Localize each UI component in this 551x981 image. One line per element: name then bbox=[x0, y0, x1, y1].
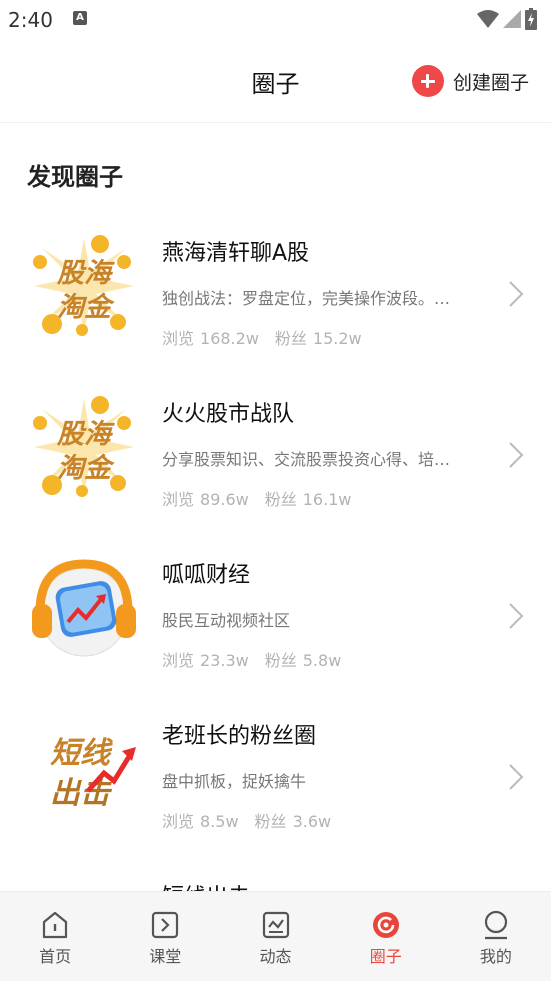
circle-name: 短线出击 bbox=[162, 879, 250, 891]
fans-label: 粉丝 bbox=[254, 812, 287, 831]
circle-item[interactable]: 呱呱财经 股民互动视频社区 浏览 23.3w 粉丝 5.8w bbox=[0, 530, 551, 691]
views-label: 浏览 bbox=[162, 651, 195, 670]
top-header: 圈子 创建圈子 bbox=[0, 40, 551, 123]
circle-stats: 浏览 89.6w 粉丝 16.1w bbox=[162, 486, 357, 510]
create-circle-button[interactable]: 创建圈子 bbox=[411, 64, 529, 98]
views-count: 8.5w bbox=[200, 812, 239, 831]
circle-stats: 浏览 8.5w 粉丝 3.6w bbox=[162, 808, 337, 832]
circle-item[interactable]: 短线 出击 短线出击 bbox=[0, 852, 551, 891]
wifi-icon bbox=[477, 10, 499, 28]
svg-text:股海: 股海 bbox=[56, 419, 115, 450]
tab-classroom[interactable]: 课堂 bbox=[110, 892, 220, 981]
status-icons bbox=[477, 8, 537, 30]
create-circle-label: 创建圈子 bbox=[452, 71, 529, 94]
views-label: 浏览 bbox=[162, 490, 195, 509]
tab-classroom-label: 课堂 bbox=[149, 947, 182, 966]
tab-home[interactable]: 首页 bbox=[0, 892, 110, 981]
plus-circle-icon bbox=[411, 65, 444, 97]
fans-label: 粉丝 bbox=[264, 651, 297, 670]
feed-icon bbox=[262, 911, 289, 939]
tab-home-label: 首页 bbox=[39, 947, 72, 966]
stock-gold-logo: 股海 淘金 bbox=[33, 396, 134, 497]
tab-circle[interactable]: 圈子 bbox=[331, 892, 441, 981]
circle-name: 呱呱财经 bbox=[162, 563, 251, 588]
signal-icon bbox=[503, 10, 521, 28]
svg-text:淘金: 淘金 bbox=[57, 292, 115, 323]
stock-gold-logo: 股海 淘金 bbox=[33, 235, 134, 336]
fans-count: 3.6w bbox=[292, 812, 332, 831]
circle-item[interactable]: 短线 出击 老班长的粉丝圈 盘中抓板，捉妖擒牛 浏览 8.5w 粉丝 3.6w bbox=[0, 691, 551, 852]
fans-count: 16.1w bbox=[302, 490, 352, 509]
tab-circle-label: 圈子 bbox=[369, 947, 402, 966]
svg-text:短线: 短线 bbox=[50, 736, 114, 771]
tab-feed-label: 动态 bbox=[259, 947, 292, 966]
status-time: 2:40 bbox=[8, 8, 53, 32]
classroom-icon bbox=[152, 911, 179, 939]
chevron-right-icon bbox=[509, 281, 524, 307]
views-label: 浏览 bbox=[162, 812, 195, 831]
short-line-logo: 短线 出击 bbox=[50, 736, 136, 811]
circle-stats: 浏览 168.2w 粉丝 15.2w bbox=[162, 325, 368, 349]
views-count: 23.3w bbox=[200, 651, 249, 670]
fans-count: 5.8w bbox=[302, 651, 342, 670]
circle-stats: 浏览 23.3w 粉丝 5.8w bbox=[162, 647, 347, 671]
circle-item[interactable]: 股海 淘金 燕海清轩聊A股 独创战法：罗盘定位，完美操作波段。… 浏览 168.2… bbox=[0, 208, 551, 369]
views-label: 浏览 bbox=[162, 329, 195, 348]
svg-text:股海: 股海 bbox=[56, 258, 115, 289]
svg-text:淘金: 淘金 bbox=[57, 453, 115, 484]
section-title: 发现圈子 bbox=[27, 163, 123, 191]
short-line-logo: 短线 出击 bbox=[30, 876, 138, 891]
fans-count: 15.2w bbox=[312, 329, 362, 348]
tab-profile[interactable]: 我的 bbox=[441, 892, 551, 981]
circle-desc: 股民互动视频社区 bbox=[162, 611, 291, 630]
profile-icon bbox=[484, 910, 508, 940]
circle-desc: 分享股票知识、交流股票投资心得、培… bbox=[162, 450, 451, 469]
fans-label: 粉丝 bbox=[274, 329, 307, 348]
tab-profile-label: 我的 bbox=[479, 947, 512, 966]
chevron-right-icon bbox=[509, 442, 524, 468]
views-count: 168.2w bbox=[200, 329, 259, 348]
guagua-headphone-logo bbox=[32, 559, 136, 657]
circle-item[interactable]: 股海 淘金 火火股市战队 分享股票知识、交流股票投资心得、培… 浏览 89.6w 粉… bbox=[0, 369, 551, 530]
circle-list: 股海 淘金 燕海清轩聊A股 独创战法：罗盘定位，完美操作波段。… 浏览 168.2… bbox=[0, 208, 551, 891]
status-bar: 2:40 A bbox=[0, 0, 551, 40]
tab-feed[interactable]: 动态 bbox=[220, 892, 330, 981]
circle-desc: 独创战法：罗盘定位，完美操作波段。… bbox=[162, 289, 451, 308]
circle-name: 老班长的粉丝圈 bbox=[162, 724, 317, 749]
chevron-right-icon bbox=[509, 603, 524, 629]
circle-name: 燕海清轩聊A股 bbox=[162, 241, 310, 266]
bottom-tab-bar: 首页 课堂 动态 圈子 我的 bbox=[0, 891, 551, 981]
circle-icon bbox=[372, 912, 399, 938]
battery-icon bbox=[525, 8, 537, 30]
fans-label: 粉丝 bbox=[264, 490, 297, 509]
home-icon bbox=[42, 911, 68, 939]
views-count: 89.6w bbox=[200, 490, 249, 509]
notification-icon: A bbox=[73, 11, 87, 25]
svg-text:出击: 出击 bbox=[50, 776, 113, 811]
circle-name: 火火股市战队 bbox=[162, 402, 295, 427]
chevron-right-icon bbox=[509, 764, 524, 790]
circle-desc: 盘中抓板，捉妖擒牛 bbox=[162, 772, 307, 791]
